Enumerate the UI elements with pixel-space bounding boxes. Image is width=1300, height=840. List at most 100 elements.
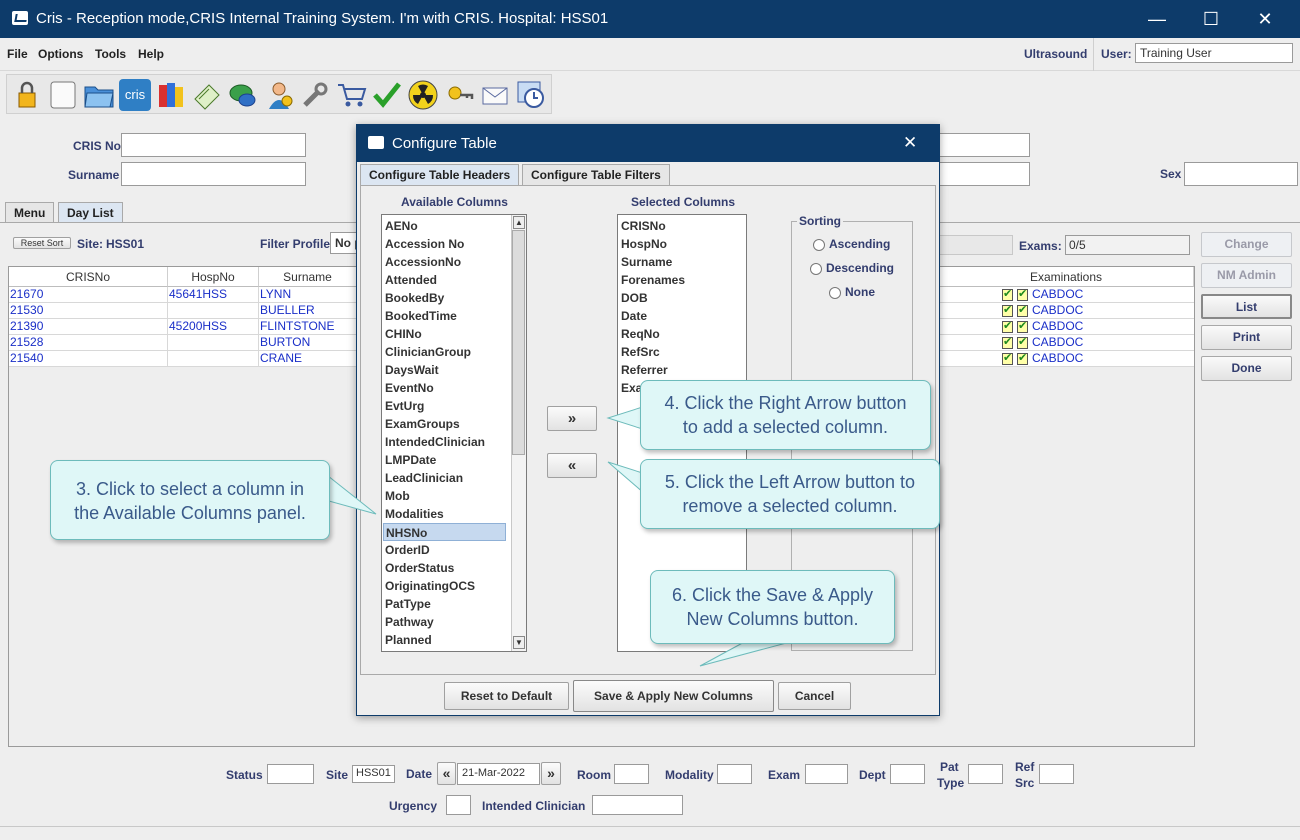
- cris-no-input[interactable]: [121, 133, 306, 157]
- tab-menu[interactable]: Menu: [5, 202, 55, 222]
- reset-sort-button[interactable]: Reset Sort: [13, 237, 71, 249]
- urgency-input[interactable]: [446, 795, 471, 815]
- reset-to-default-button[interactable]: Reset to Default: [444, 682, 569, 710]
- radio-icon[interactable]: [810, 262, 822, 275]
- search-field-right-2[interactable]: [938, 162, 1030, 186]
- available-column-item[interactable]: AccessionNo: [385, 253, 461, 271]
- list-button[interactable]: List: [1201, 294, 1292, 319]
- column-header-surname[interactable]: Surname: [259, 267, 357, 287]
- menu-file[interactable]: File: [7, 47, 28, 61]
- blank-page-icon[interactable]: [47, 79, 79, 111]
- cris-icon[interactable]: cris: [119, 79, 151, 111]
- radio-icon[interactable]: [829, 286, 841, 299]
- checkmark-icon[interactable]: [371, 79, 403, 111]
- sex-input[interactable]: [1184, 162, 1298, 186]
- available-column-item[interactable]: DaysWait: [385, 361, 439, 379]
- wrench-icon[interactable]: [299, 79, 331, 111]
- close-button[interactable]: ✕: [1238, 0, 1292, 38]
- sort-descending-option[interactable]: Descending: [810, 261, 894, 275]
- modality-input[interactable]: [717, 764, 752, 784]
- available-column-item[interactable]: PatType: [385, 595, 431, 613]
- available-column-item[interactable]: OrderID: [385, 541, 430, 559]
- selected-column-item[interactable]: Surname: [621, 253, 672, 271]
- available-column-item[interactable]: OriginatingOCS: [385, 577, 475, 595]
- status-input[interactable]: [267, 764, 314, 784]
- available-column-item[interactable]: AENo: [385, 217, 418, 235]
- column-header-examinations[interactable]: Examinations: [939, 267, 1194, 287]
- available-column-item[interactable]: Pathway: [385, 613, 434, 631]
- nm-admin-button[interactable]: NM Admin: [1201, 263, 1292, 288]
- books-icon[interactable]: [155, 79, 187, 111]
- tab-configure-table-filters[interactable]: Configure Table Filters: [522, 164, 670, 185]
- scroll-up-arrow-icon[interactable]: ▲: [513, 216, 525, 229]
- selected-column-item[interactable]: RefSrc: [621, 343, 660, 361]
- radio-icon[interactable]: [813, 238, 825, 251]
- available-column-item[interactable]: Accession No: [385, 235, 464, 253]
- tab-configure-table-headers[interactable]: Configure Table Headers: [360, 164, 520, 185]
- selected-column-item[interactable]: Forenames: [621, 271, 685, 289]
- user-field[interactable]: Training User: [1135, 43, 1293, 63]
- menu-help[interactable]: Help: [138, 47, 164, 61]
- print-button[interactable]: Print: [1201, 325, 1292, 350]
- radiation-icon[interactable]: [407, 79, 439, 111]
- available-column-item[interactable]: BookedTime: [385, 307, 457, 325]
- menu-tools[interactable]: Tools: [95, 47, 126, 61]
- save-apply-button[interactable]: Save & Apply New Columns: [573, 680, 774, 712]
- clock-icon[interactable]: [515, 79, 547, 111]
- dialog-close-button[interactable]: ✕: [903, 133, 917, 153]
- selected-column-item[interactable]: ReqNo: [621, 325, 660, 343]
- room-input[interactable]: [614, 764, 649, 784]
- sort-ascending-option[interactable]: Ascending: [813, 237, 890, 251]
- available-column-item[interactable]: Mob: [385, 487, 410, 505]
- minimize-button[interactable]: —: [1130, 0, 1184, 38]
- available-column-item[interactable]: CHINo: [385, 325, 422, 343]
- available-column-item[interactable]: OrderStatus: [385, 559, 454, 577]
- sort-none-option[interactable]: None: [829, 285, 875, 299]
- available-column-item[interactable]: EvtUrg: [385, 397, 424, 415]
- available-column-item[interactable]: LeadClinician: [385, 469, 463, 487]
- footer-site-input[interactable]: HSS01: [352, 765, 395, 783]
- envelope-icon[interactable]: [479, 79, 511, 111]
- selected-column-item[interactable]: HospNo: [621, 235, 667, 253]
- selected-column-item[interactable]: Referrer: [621, 361, 668, 379]
- dept-input[interactable]: [890, 764, 925, 784]
- folder-icon[interactable]: [83, 79, 115, 111]
- ref-src-input[interactable]: [1039, 764, 1074, 784]
- scrollbar[interactable]: ▲ ▼: [511, 215, 526, 651]
- lock-icon[interactable]: [11, 79, 43, 111]
- change-button[interactable]: Change: [1201, 232, 1292, 257]
- date-input[interactable]: 21-Mar-2022: [457, 763, 540, 785]
- chat-icon[interactable]: [227, 79, 259, 111]
- column-header-hospno[interactable]: HospNo: [168, 267, 259, 287]
- left-arrow-button[interactable]: «: [547, 453, 597, 478]
- key-icon[interactable]: [443, 79, 475, 111]
- column-header-crisno[interactable]: CRISNo: [9, 267, 168, 287]
- available-column-item[interactable]: Modalities: [385, 505, 444, 523]
- intended-clinician-input[interactable]: [592, 795, 683, 815]
- pat-type-input[interactable]: [968, 764, 1003, 784]
- available-column-item[interactable]: ExamGroups: [385, 415, 460, 433]
- surname-input[interactable]: [121, 162, 306, 186]
- selected-column-item[interactable]: DOB: [621, 289, 648, 307]
- right-arrow-button[interactable]: »: [547, 406, 597, 431]
- date-next-button[interactable]: »: [541, 762, 561, 785]
- available-column-item[interactable]: BookedBy: [385, 289, 444, 307]
- scroll-icon[interactable]: [191, 79, 223, 111]
- done-button[interactable]: Done: [1201, 356, 1292, 381]
- available-column-item[interactable]: NHSNo: [383, 523, 506, 541]
- available-column-item[interactable]: Attended: [385, 271, 437, 289]
- available-column-item[interactable]: LMPDate: [385, 451, 436, 469]
- available-column-item[interactable]: IntendedClinician: [385, 433, 485, 451]
- person-info-icon[interactable]: [263, 79, 295, 111]
- available-column-item[interactable]: ClinicianGroup: [385, 343, 471, 361]
- available-column-item[interactable]: Planned: [385, 631, 432, 649]
- menu-options[interactable]: Options: [38, 47, 83, 61]
- scroll-down-arrow-icon[interactable]: ▼: [513, 636, 525, 649]
- search-field-right-1[interactable]: [938, 133, 1030, 157]
- tab-day-list[interactable]: Day List: [58, 202, 123, 222]
- scrollbar-thumb[interactable]: [512, 230, 525, 455]
- exam-input[interactable]: [805, 764, 848, 784]
- selected-column-item[interactable]: CRISNo: [621, 217, 666, 235]
- maximize-button[interactable]: ☐: [1184, 0, 1238, 38]
- selected-column-item[interactable]: Date: [621, 307, 647, 325]
